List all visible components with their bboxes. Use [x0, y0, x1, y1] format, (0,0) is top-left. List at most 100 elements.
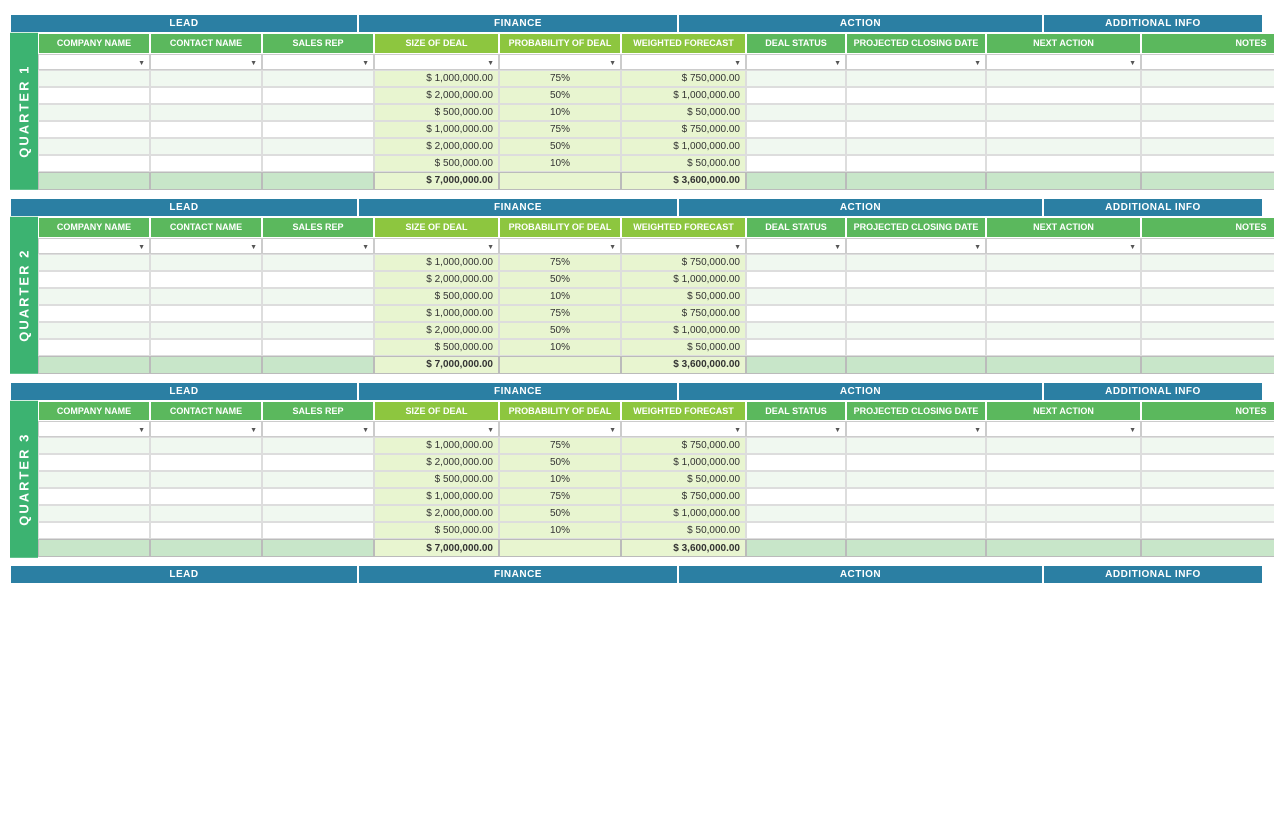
total-row-q1: $ 7,000,000.00$ 3,600,000.00 [38, 172, 1274, 190]
dropdown-arrow-2-q2[interactable] [362, 241, 369, 251]
filter-dropdown-8-q3[interactable] [986, 421, 1141, 437]
dropdown-arrow-0-q1[interactable] [138, 57, 145, 67]
section-addinfo: ADDITIONAL INFO [1043, 198, 1263, 217]
dropdown-arrow-3-q2[interactable] [487, 241, 494, 251]
dropdown-arrow-8-q2[interactable] [1129, 241, 1136, 251]
filter-dropdown-9-q2[interactable] [1141, 238, 1274, 254]
filter-dropdown-0-q3[interactable] [38, 421, 150, 437]
total-empty-6-q1 [746, 172, 846, 190]
prob-cell-0-q2: 75% [499, 254, 621, 271]
prob-cell-2-q3: 10% [499, 471, 621, 488]
dropdown-arrow-1-q3[interactable] [250, 424, 257, 434]
filter-dropdown-2-q1[interactable] [262, 54, 374, 70]
dropdown-arrow-5-q1[interactable] [734, 57, 741, 67]
projdate-cell-5-q3 [846, 522, 986, 539]
dropdown-arrow-4-q2[interactable] [609, 241, 616, 251]
dropdown-arrow-4-q1[interactable] [609, 57, 616, 67]
filter-dropdown-6-q2[interactable] [746, 238, 846, 254]
dropdown-arrow-4-q3[interactable] [609, 424, 616, 434]
filter-dropdown-2-q2[interactable] [262, 238, 374, 254]
filter-dropdown-9-q1[interactable] [1141, 54, 1274, 70]
dropdown-arrow-3-q1[interactable] [487, 57, 494, 67]
size-cell-4-q1: $ 2,000,000.00 [374, 138, 499, 155]
dropdown-arrow-6-q1[interactable] [834, 57, 841, 67]
contact-cell-4-q2 [150, 322, 262, 339]
dropdown-arrow-3-q3[interactable] [487, 424, 494, 434]
dropdown-arrow-2-q3[interactable] [362, 424, 369, 434]
filter-dropdown-7-q1[interactable] [846, 54, 986, 70]
contact-name-header-3: CONTACT NAME [150, 401, 262, 422]
section-lead-4: LEAD [10, 565, 358, 584]
prob-cell-3-q1: 75% [499, 121, 621, 138]
filter-dropdown-9-q3[interactable] [1141, 421, 1274, 437]
contact-cell-2-q1 [150, 104, 262, 121]
filter-dropdown-4-q2[interactable] [499, 238, 621, 254]
filter-row-1[interactable] [38, 54, 1274, 70]
dropdown-arrow-6-q2[interactable] [834, 241, 841, 251]
size-cell-5-q2: $ 500,000.00 [374, 339, 499, 356]
filter-dropdown-7-q3[interactable] [846, 421, 986, 437]
data-row-5-q1: $ 500,000.0010%$ 50,000.00 [38, 155, 1274, 172]
dropdown-arrow-5-q2[interactable] [734, 241, 741, 251]
projdate-cell-3-q1 [846, 121, 986, 138]
dropdown-arrow-7-q2[interactable] [974, 241, 981, 251]
data-row-0-q3: $ 1,000,000.0075%$ 750,000.00 [38, 437, 1274, 454]
size-cell-2-q1: $ 500,000.00 [374, 104, 499, 121]
filter-dropdown-8-q1[interactable] [986, 54, 1141, 70]
dropdown-arrow-8-q3[interactable] [1129, 424, 1136, 434]
filter-dropdown-5-q3[interactable] [621, 421, 746, 437]
filter-row-2[interactable] [38, 238, 1274, 254]
salesrep-cell-2-q1 [262, 104, 374, 121]
probability-header-2: PROBABILITY OF DEAL [499, 217, 621, 238]
next-action-header-3: NEXT ACTION [986, 401, 1141, 422]
contact-cell-0-q1 [150, 70, 262, 87]
projdate-cell-4-q3 [846, 505, 986, 522]
projdate-cell-2-q3 [846, 471, 986, 488]
filter-dropdown-1-q2[interactable] [150, 238, 262, 254]
dropdown-arrow-5-q3[interactable] [734, 424, 741, 434]
filter-dropdown-0-q2[interactable] [38, 238, 150, 254]
dropdown-arrow-0-q3[interactable] [138, 424, 145, 434]
notes-cell-4-q3 [1141, 505, 1274, 522]
filter-dropdown-0-q1[interactable] [38, 54, 150, 70]
filter-dropdown-5-q2[interactable] [621, 238, 746, 254]
probability-header-1: PROBABILITY OF DEAL [499, 33, 621, 54]
sales-rep-header-2: SALES REP [262, 217, 374, 238]
dropdown-arrow-1-q2[interactable] [250, 241, 257, 251]
contact-cell-0-q2 [150, 254, 262, 271]
data-row-4-q1: $ 2,000,000.0050%$ 1,000,000.00 [38, 138, 1274, 155]
projdate-cell-5-q2 [846, 339, 986, 356]
filter-dropdown-3-q1[interactable] [374, 54, 499, 70]
dropdown-arrow-8-q1[interactable] [1129, 57, 1136, 67]
size-cell-3-q3: $ 1,000,000.00 [374, 488, 499, 505]
size-cell-1-q1: $ 2,000,000.00 [374, 87, 499, 104]
data-row-3-q3: $ 1,000,000.0075%$ 750,000.00 [38, 488, 1274, 505]
total-weighted-q2: $ 3,600,000.00 [621, 356, 746, 374]
dropdown-arrow-7-q3[interactable] [974, 424, 981, 434]
filter-dropdown-8-q2[interactable] [986, 238, 1141, 254]
filter-dropdown-3-q2[interactable] [374, 238, 499, 254]
dropdown-arrow-1-q1[interactable] [250, 57, 257, 67]
dropdown-arrow-0-q2[interactable] [138, 241, 145, 251]
filter-dropdown-4-q3[interactable] [499, 421, 621, 437]
salesrep-cell-1-q3 [262, 454, 374, 471]
dropdown-arrow-6-q3[interactable] [834, 424, 841, 434]
dropdown-arrow-2-q1[interactable] [362, 57, 369, 67]
prob-cell-4-q2: 50% [499, 322, 621, 339]
filter-dropdown-6-q3[interactable] [746, 421, 846, 437]
size-cell-0-q3: $ 1,000,000.00 [374, 437, 499, 454]
filter-dropdown-5-q1[interactable] [621, 54, 746, 70]
filter-dropdown-3-q3[interactable] [374, 421, 499, 437]
weighted-cell-0-q3: $ 750,000.00 [621, 437, 746, 454]
filter-row-3[interactable] [38, 421, 1274, 437]
filter-dropdown-7-q2[interactable] [846, 238, 986, 254]
contact-cell-5-q2 [150, 339, 262, 356]
dropdown-arrow-7-q1[interactable] [974, 57, 981, 67]
filter-dropdown-2-q3[interactable] [262, 421, 374, 437]
filter-dropdown-1-q1[interactable] [150, 54, 262, 70]
company-cell-5-q2 [38, 339, 150, 356]
filter-dropdown-1-q3[interactable] [150, 421, 262, 437]
nextaction-cell-0-q3 [986, 437, 1141, 454]
filter-dropdown-4-q1[interactable] [499, 54, 621, 70]
filter-dropdown-6-q1[interactable] [746, 54, 846, 70]
